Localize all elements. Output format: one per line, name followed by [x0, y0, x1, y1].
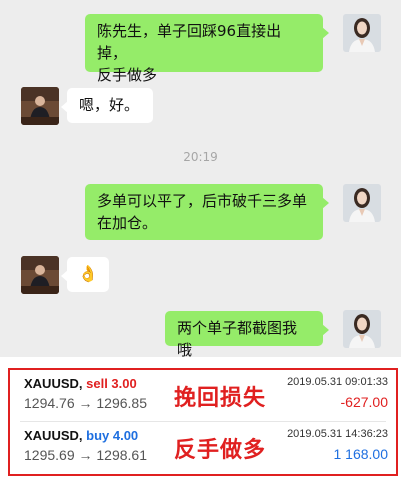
message-line: 多单可以平了，后市破千三多单	[97, 192, 308, 210]
contact-avatar[interactable]	[21, 256, 59, 294]
message-text: 两个单子都截图我哦	[177, 319, 298, 359]
woman-portrait-avatar-icon	[343, 184, 381, 222]
message-line: 陈先生，单子回踩96直接出掉，	[97, 22, 282, 62]
trade-annotation: 反手做多	[174, 438, 267, 463]
message-line: 在加仓。	[97, 214, 158, 232]
trade-prices: 1294.76 → 1296.85	[24, 395, 147, 411]
chat-timestamp: 20:19	[183, 150, 218, 164]
trade-row[interactable]: XAUUSD, buy 4.00 1295.69 → 1298.61 反手做多 …	[10, 422, 396, 474]
message-text: 嗯，好。	[79, 96, 140, 114]
trade-symbol-line: XAUUSD, buy 4.00	[24, 428, 138, 443]
trade-symbol: XAUUSD,	[24, 376, 83, 391]
woman-portrait-avatar-icon	[343, 14, 381, 52]
man-at-desk-avatar-icon	[21, 87, 59, 125]
contact-avatar[interactable]	[21, 87, 59, 125]
message-bubble-incoming[interactable]: 嗯，好。	[61, 88, 153, 123]
ok-hand-emoji-icon: 👌	[78, 264, 98, 283]
trade-history-panel: XAUUSD, sell 3.00 1294.76 → 1296.85 挽回损失…	[8, 368, 398, 476]
man-at-desk-avatar-icon	[21, 256, 59, 294]
message-bubble-outgoing[interactable]: 两个单子都截图我哦	[165, 311, 329, 359]
trade-row[interactable]: XAUUSD, sell 3.00 1294.76 → 1296.85 挽回损失…	[10, 370, 396, 422]
user-avatar[interactable]	[343, 184, 381, 222]
trade-side: buy 4.00	[86, 428, 139, 443]
message-bubble-outgoing[interactable]: 陈先生，单子回踩96直接出掉， 反手做多	[85, 14, 329, 84]
user-avatar[interactable]	[343, 310, 381, 348]
message-bubble-outgoing[interactable]: 多单可以平了，后市破千三多单 在加仓。	[85, 184, 329, 240]
trade-datetime: 2019.05.31 14:36:23	[287, 428, 388, 440]
trade-pnl: -627.00	[340, 394, 388, 410]
trade-side: sell 3.00	[86, 376, 137, 391]
trade-datetime: 2019.05.31 09:01:33	[287, 376, 388, 388]
trade-pnl: 1 168.00	[333, 446, 389, 462]
chat-area: 陈先生，单子回踩96直接出掉， 反手做多 嗯，好。 20:19 多单可以平了，后…	[0, 0, 401, 359]
woman-portrait-avatar-icon	[343, 310, 381, 348]
trade-annotation: 挽回损失	[174, 386, 267, 411]
message-bubble-incoming[interactable]: 👌	[61, 257, 109, 292]
message-line: 反手做多	[97, 66, 158, 84]
trade-symbol-line: XAUUSD, sell 3.00	[24, 376, 137, 391]
trade-prices: 1295.69 → 1298.61	[24, 447, 147, 463]
trade-symbol: XAUUSD,	[24, 428, 83, 443]
user-avatar[interactable]	[343, 14, 381, 52]
